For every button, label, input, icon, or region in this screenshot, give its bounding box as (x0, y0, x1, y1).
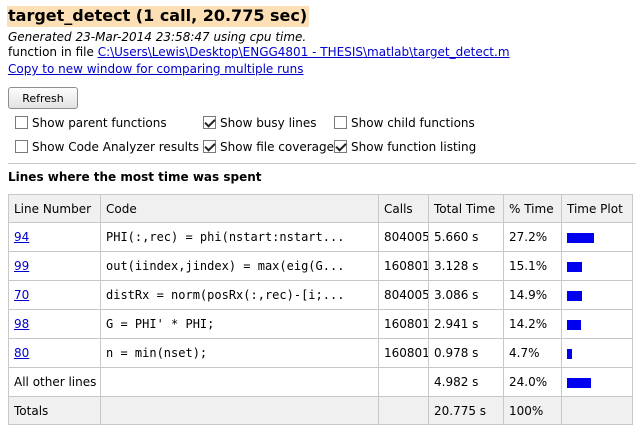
copy-window-link[interactable]: Copy to new window for comparing multipl… (8, 62, 304, 76)
code-cell: out(iindex,jindex) = max(eig(G... (100, 251, 379, 281)
line-number-link[interactable]: 99 (14, 259, 29, 273)
total-time-cell: 5.660 s (428, 222, 504, 252)
time-bar (567, 290, 582, 301)
other-lines-row: All other lines 4.982 s 24.0% (8, 367, 633, 397)
time-bar (567, 261, 582, 272)
busy-lines-checkbox[interactable] (203, 116, 216, 129)
code-analyzer-label: Show Code Analyzer results (32, 140, 199, 154)
time-bar (567, 377, 591, 388)
table-row: 98 G = PHI' * PHI; 160801 2.941 s 14.2% (8, 309, 633, 339)
table-header-row: Line Number Code Calls Total Time % Time… (8, 194, 633, 223)
line-number-link[interactable]: 70 (14, 288, 29, 302)
refresh-button[interactable]: Refresh (8, 87, 78, 109)
line-number-link[interactable]: 94 (14, 230, 29, 244)
function-listing-checkbox[interactable] (334, 140, 347, 153)
page-title: target_detect (1 call, 20.775 sec) (7, 6, 310, 27)
table-row: 94 PHI(:,rec) = phi(nstart:nstart... 804… (8, 222, 633, 252)
generated-info: Generated 23-Mar-2014 23:58:47 using cpu… (8, 30, 307, 44)
option-file-coverage[interactable]: Show file coverage (203, 140, 334, 154)
code-cell (100, 367, 379, 397)
line-number-link[interactable]: 98 (14, 317, 29, 331)
table-row: 70 distRx = norm(posRx(:,rec)-[i;... 804… (8, 280, 633, 310)
col-header-time-plot: Time Plot (561, 194, 633, 223)
other-lines-label: All other lines (8, 367, 101, 397)
total-time-cell: 3.086 s (428, 280, 504, 310)
copy-window-row: Copy to new window for comparing multipl… (8, 62, 304, 76)
time-plot-cell (561, 222, 633, 252)
percent-time-cell: 14.2% (503, 309, 562, 339)
total-time-cell: 0.978 s (428, 338, 504, 368)
calls-cell: 160801 (378, 309, 429, 339)
option-code-analyzer[interactable]: Show Code Analyzer results (15, 140, 199, 154)
code-cell: PHI(:,rec) = phi(nstart:nstart... (100, 222, 379, 252)
total-time-cell: 2.941 s (428, 309, 504, 339)
col-header-percent-time: % Time (503, 194, 562, 223)
time-plot-cell (561, 338, 633, 368)
divider (8, 163, 636, 164)
calls-cell: 804005 (378, 280, 429, 310)
parent-functions-checkbox[interactable] (15, 116, 28, 129)
file-location-label: function in file (8, 45, 98, 59)
code-cell: distRx = norm(posRx(:,rec)-[i;... (100, 280, 379, 310)
code-cell: G = PHI' * PHI; (100, 309, 379, 339)
calls-cell (378, 396, 429, 425)
option-function-listing[interactable]: Show function listing (334, 140, 476, 154)
percent-time-cell: 27.2% (503, 222, 562, 252)
table-row: 80 n = min(nset); 160801 0.978 s 4.7% (8, 338, 633, 368)
option-busy-lines[interactable]: Show busy lines (203, 116, 317, 130)
line-number-cell: 99 (8, 251, 101, 281)
code-cell: n = min(nset); (100, 338, 379, 368)
time-bar (567, 348, 572, 359)
line-number-cell: 98 (8, 309, 101, 339)
calls-cell: 804005 (378, 222, 429, 252)
time-bar (567, 319, 581, 330)
col-header-calls: Calls (378, 194, 429, 223)
table-row: 99 out(iindex,jindex) = max(eig(G... 160… (8, 251, 633, 281)
busy-lines-label: Show busy lines (220, 116, 317, 130)
time-plot-cell (561, 251, 633, 281)
total-time-cell: 4.982 s (428, 367, 504, 397)
col-header-total-time: Total Time (428, 194, 504, 223)
section-title: Lines where the most time was spent (8, 170, 262, 184)
calls-cell (378, 367, 429, 397)
line-number-cell: 70 (8, 280, 101, 310)
calls-cell: 160801 (378, 338, 429, 368)
col-header-line-number: Line Number (8, 194, 101, 223)
totals-row: Totals 20.775 s 100% (8, 396, 633, 425)
percent-time-cell: 15.1% (503, 251, 562, 281)
file-coverage-checkbox[interactable] (203, 140, 216, 153)
total-time-cell: 20.775 s (428, 396, 504, 425)
parent-functions-label: Show parent functions (32, 116, 167, 130)
col-header-code: Code (100, 194, 379, 223)
percent-time-cell: 24.0% (503, 367, 562, 397)
total-time-cell: 3.128 s (428, 251, 504, 281)
percent-time-cell: 14.9% (503, 280, 562, 310)
line-number-cell: 80 (8, 338, 101, 368)
time-plot-cell (561, 367, 633, 397)
time-bar (567, 232, 594, 243)
file-location: function in file C:\Users\Lewis\Desktop\… (8, 45, 510, 59)
child-functions-checkbox[interactable] (334, 116, 347, 129)
code-cell (100, 396, 379, 425)
busy-lines-table: Line Number Code Calls Total Time % Time… (8, 194, 633, 425)
time-plot-cell (561, 396, 633, 425)
file-coverage-label: Show file coverage (220, 140, 334, 154)
file-path-link[interactable]: C:\Users\Lewis\Desktop\ENGG4801 - THESIS… (98, 45, 510, 59)
time-plot-cell (561, 309, 633, 339)
totals-label: Totals (8, 396, 101, 425)
option-parent-functions[interactable]: Show parent functions (15, 116, 167, 130)
time-plot-cell (561, 280, 633, 310)
option-child-functions[interactable]: Show child functions (334, 116, 475, 130)
calls-cell: 160801 (378, 251, 429, 281)
child-functions-label: Show child functions (351, 116, 475, 130)
line-number-cell: 94 (8, 222, 101, 252)
code-analyzer-checkbox[interactable] (15, 140, 28, 153)
percent-time-cell: 100% (503, 396, 562, 425)
function-listing-label: Show function listing (351, 140, 477, 154)
line-number-link[interactable]: 80 (14, 346, 29, 360)
percent-time-cell: 4.7% (503, 338, 562, 368)
